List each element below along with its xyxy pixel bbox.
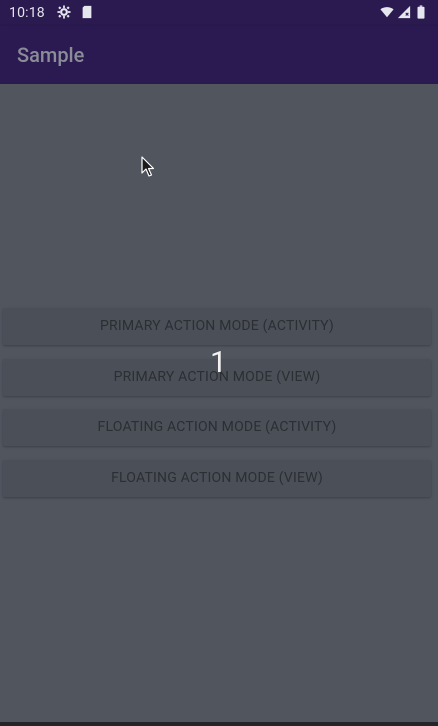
app-title: Sample <box>17 43 85 67</box>
mouse-cursor-icon <box>141 156 155 177</box>
bottom-edge <box>0 722 438 726</box>
battery-icon <box>417 5 425 19</box>
primary-action-mode-activity-button[interactable]: PRIMARY ACTION MODE (ACTIVITY) <box>3 308 431 345</box>
app-bar: Sample <box>0 26 438 84</box>
signal-icon <box>397 5 411 19</box>
main-content <box>0 84 438 722</box>
wifi-icon <box>380 7 394 18</box>
primary-action-mode-view-button[interactable]: PRIMARY ACTION MODE (VIEW) <box>3 359 431 396</box>
floating-action-mode-activity-button[interactable]: FLOATING ACTION MODE (ACTIVITY) <box>3 409 431 446</box>
gear-icon <box>57 5 71 19</box>
floating-action-mode-view-button[interactable]: FLOATING ACTION MODE (VIEW) <box>3 460 431 497</box>
sd-card-icon <box>82 5 92 19</box>
status-bar: 10:18 <box>0 0 438 26</box>
app-screen: 10:18 Sample PRIMARY ACTION MODE (ACTIVI… <box>0 0 438 726</box>
status-time: 10:18 <box>9 5 45 21</box>
